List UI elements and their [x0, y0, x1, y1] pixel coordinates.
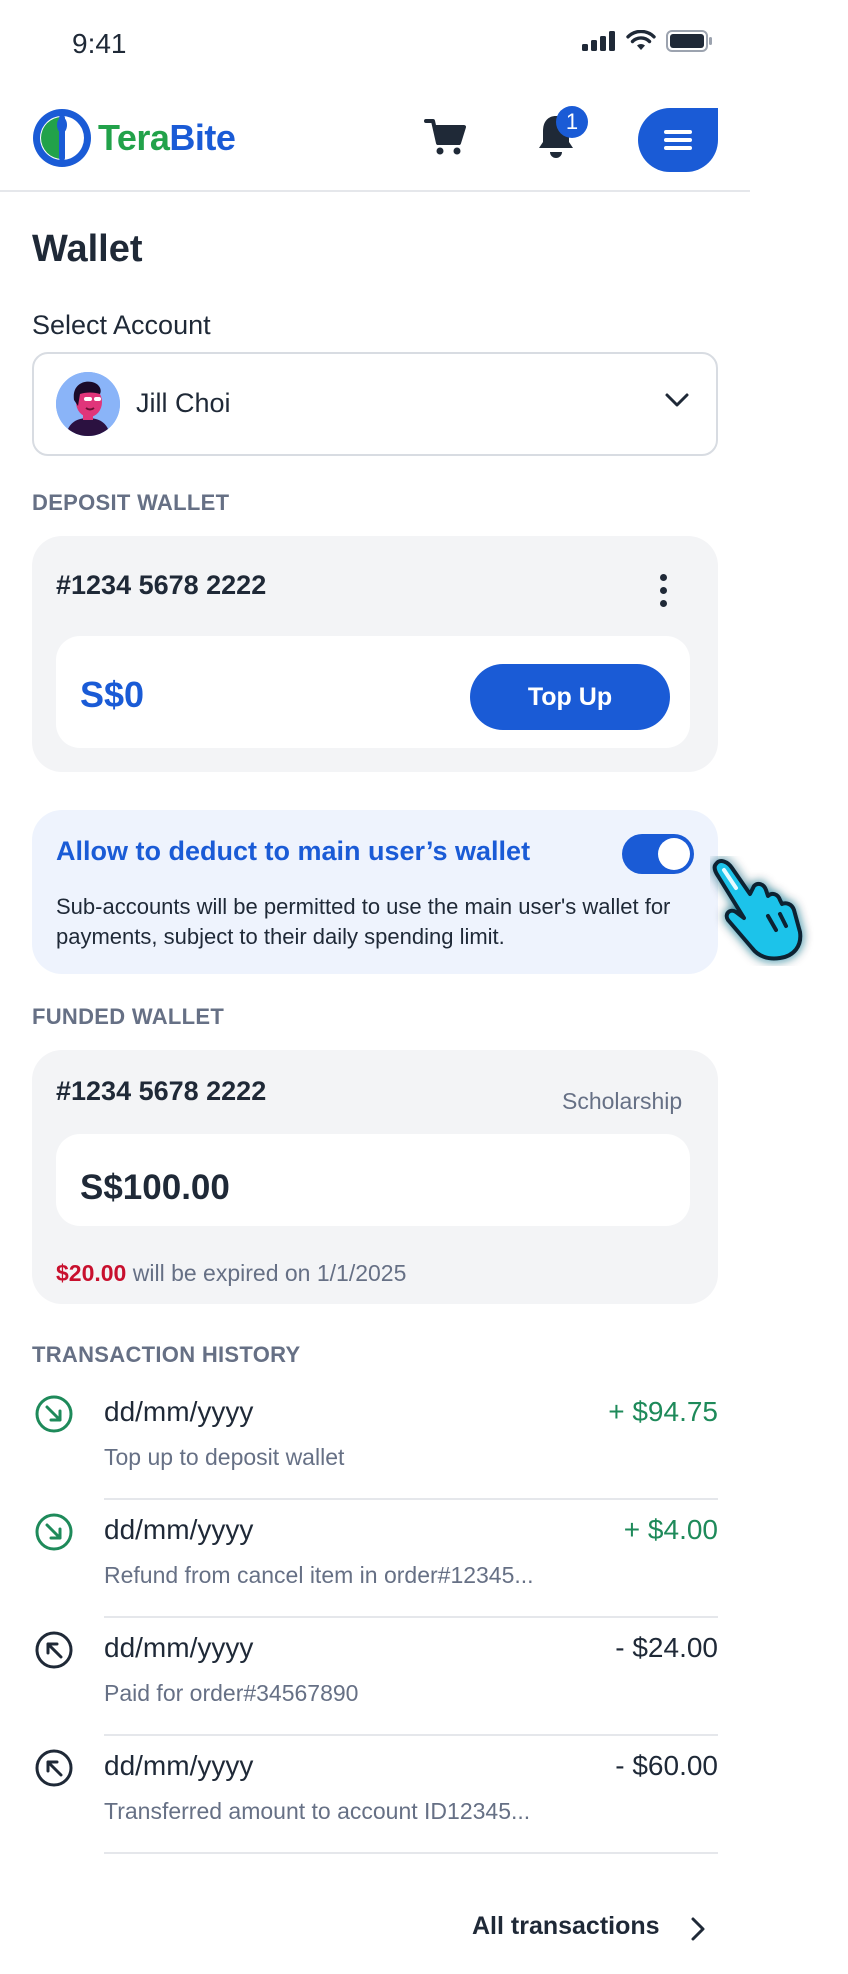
- selected-account-name: Jill Choi: [136, 388, 231, 418]
- arrow-out-icon: [35, 1631, 73, 1669]
- transaction-amount: - $60.00: [615, 1750, 718, 1781]
- hamburger-icon: [664, 130, 692, 150]
- transaction-date: dd/mm/yyyy: [104, 1632, 254, 1663]
- transaction-history-section-label: TRANSACTION HISTORY: [32, 1342, 301, 1367]
- expiring-amount: $20.00: [56, 1260, 127, 1286]
- status-icons: [582, 30, 712, 52]
- arrow-out-icon: [35, 1749, 73, 1787]
- expiry-notice: $20.00 will be expired on 1/1/2025: [56, 1260, 406, 1287]
- funded-account-number: #1234 5678 2222: [56, 1076, 267, 1106]
- select-account-label: Select Account: [32, 310, 211, 340]
- arrow-in-icon: [35, 1513, 73, 1551]
- transaction-description: Paid for order#34567890: [104, 1680, 359, 1706]
- logo-text: TeraBite: [98, 117, 236, 159]
- allow-deduct-toggle[interactable]: [622, 834, 694, 874]
- logo-mark-icon: [33, 109, 91, 167]
- allow-deduct-title: Allow to deduct to main user’s wallet: [56, 836, 531, 866]
- transaction-amount: + $4.00: [623, 1514, 718, 1545]
- cart-icon: [424, 119, 466, 155]
- transaction-date: dd/mm/yyyy: [104, 1514, 254, 1545]
- transaction-description: Top up to deposit wallet: [104, 1444, 345, 1470]
- transaction-amount: + $94.75: [608, 1396, 718, 1427]
- menu-button[interactable]: [638, 108, 718, 172]
- all-transactions-link[interactable]: All transactions: [472, 1912, 660, 1941]
- divider: [104, 1616, 718, 1618]
- chevron-right-icon[interactable]: [690, 1916, 706, 1947]
- transaction-description: Transferred amount to account ID12345...: [104, 1798, 531, 1824]
- top-up-button[interactable]: Top Up: [470, 664, 670, 730]
- expiring-text: will be expired on 1/1/2025: [126, 1260, 407, 1286]
- account-select[interactable]: [32, 352, 718, 456]
- battery-icon: [666, 30, 712, 52]
- funded-wallet-section-label: FUNDED WALLET: [32, 1004, 225, 1029]
- signal-icon: [582, 31, 615, 51]
- avatar: [56, 372, 120, 436]
- arrow-in-icon: [35, 1395, 73, 1433]
- transaction-date: dd/mm/yyyy: [104, 1396, 254, 1427]
- toggle-knob: [658, 838, 690, 870]
- transaction-description: Refund from cancel item in order#12345..…: [104, 1562, 534, 1588]
- divider: [104, 1734, 718, 1736]
- avatar-illustration: [56, 372, 120, 436]
- deposit-account-number: #1234 5678 2222: [56, 570, 267, 600]
- divider: [104, 1498, 718, 1500]
- page-title: Wallet: [32, 228, 143, 270]
- more-options-icon[interactable]: [660, 574, 667, 607]
- cart-button[interactable]: [424, 118, 466, 161]
- logo-text-tera: Tera: [98, 117, 170, 158]
- notification-badge: 1: [556, 106, 588, 138]
- deposit-wallet-section-label: DEPOSIT WALLET: [32, 490, 230, 515]
- divider: [104, 1852, 718, 1854]
- deposit-balance: S$0: [80, 674, 145, 715]
- funded-wallet-type: Scholarship: [562, 1088, 683, 1114]
- chevron-down-icon: [664, 392, 690, 413]
- transaction-date: dd/mm/yyyy: [104, 1750, 254, 1781]
- funded-balance: S$100.00: [80, 1168, 230, 1207]
- wifi-icon: [626, 30, 656, 50]
- terabite-logo[interactable]: TeraBite: [30, 105, 236, 171]
- allow-deduct-description: Sub-accounts will be permitted to use th…: [56, 894, 671, 949]
- logo-text-bite: Bite: [169, 117, 236, 158]
- hand-pointer-icon: [710, 856, 820, 971]
- transaction-amount: - $24.00: [615, 1632, 718, 1663]
- status-time: 9:41: [72, 28, 127, 59]
